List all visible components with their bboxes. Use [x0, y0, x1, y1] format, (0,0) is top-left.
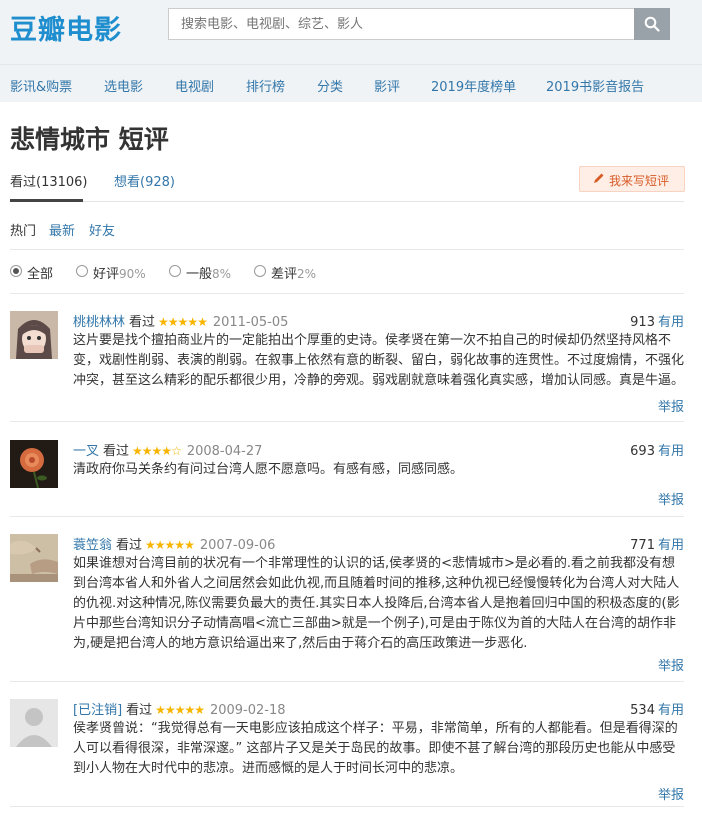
rating-stars: ★★★★☆: [132, 444, 182, 458]
search-icon: [644, 16, 660, 32]
sort-hot[interactable]: 热门: [10, 220, 36, 239]
painting-avatar[interactable]: [10, 534, 58, 582]
search-button[interactable]: [634, 8, 670, 40]
divider: [10, 293, 684, 294]
divider: [10, 681, 684, 682]
comment-user[interactable]: [已注销]: [73, 703, 122, 718]
divider: [10, 516, 684, 517]
report-link[interactable]: 举报: [658, 655, 684, 674]
filter-positive-pct: 90%: [119, 267, 146, 281]
report-link[interactable]: 举报: [658, 784, 684, 803]
filter-neutral-pct: 8%: [212, 267, 232, 281]
comment-votes: 771 有用: [630, 534, 684, 553]
comment-status: 看过: [103, 444, 130, 459]
comment-meta: [已注销] 看过 ★★★★★ 2009-02-18: [73, 699, 286, 718]
nav-item-explore[interactable]: 选电影: [104, 76, 143, 95]
comment-meta: 一叉 看过 ★★★★☆ 2008-04-27: [73, 440, 262, 459]
sort-latest[interactable]: 最新: [49, 220, 75, 239]
nav-item-categories[interactable]: 分类: [317, 76, 343, 95]
radio: [76, 265, 88, 277]
nav-item-tv[interactable]: 电视剧: [175, 76, 214, 95]
page-title: 悲情城市 短评: [10, 125, 169, 154]
comment-user[interactable]: 一叉: [73, 444, 99, 459]
vote-count: 693: [630, 444, 655, 459]
useful-button[interactable]: 有用: [658, 444, 684, 459]
filter-positive-label: 好评: [93, 267, 120, 282]
tab-divider: [10, 201, 684, 202]
useful-button[interactable]: 有用: [658, 703, 684, 718]
tab-want-to-watch[interactable]: 想看(928): [114, 171, 175, 190]
comment-status: 看过: [116, 538, 143, 553]
top-bar: 豆瓣电影: [0, 0, 702, 64]
comment-text: 清政府你马关条约有问过台湾人愿不愿意吗。有感有感，同感同感。: [73, 462, 464, 477]
comment-user[interactable]: 桃桃林林: [73, 315, 125, 330]
comment-meta: 蓑笠翁 看过 ★★★★★ 2007-09-06: [73, 534, 275, 553]
vote-count: 913: [630, 315, 655, 330]
comment-date: 2009-02-18: [209, 703, 286, 718]
radio: [169, 265, 181, 277]
radio-checked: [10, 265, 22, 277]
nav-item-annual-list[interactable]: 2019年度榜单: [431, 76, 516, 95]
write-review-label: 我来写短评: [609, 174, 670, 188]
nav-item-charts[interactable]: 排行榜: [246, 76, 285, 95]
filter-neutral-label: 一般: [186, 267, 213, 282]
comment-votes: 913 有用: [630, 311, 684, 330]
useful-button[interactable]: 有用: [658, 538, 684, 553]
anime-girl-avatar[interactable]: [10, 311, 58, 359]
comment-item: 一叉 看过 ★★★★☆ 2008-04-27 693 有用 清政府你马关条约有问过台湾人…: [10, 440, 684, 510]
comment-item: 蓑笠翁 看过 ★★★★★ 2007-09-06 771 有用 如果谁想对台湾目前的状况有…: [10, 534, 684, 674]
comment-votes: 534 有用: [630, 699, 684, 718]
comment-item: [已注销] 看过 ★★★★★ 2009-02-18 534 有用 侯孝贤曾说：“我觉得总…: [10, 699, 684, 804]
search-input[interactable]: [168, 8, 635, 40]
nav-item-showtimes[interactable]: 影讯&购票: [10, 76, 72, 95]
vote-count: 534: [630, 703, 655, 718]
vote-count: 771: [630, 538, 655, 553]
rose-avatar[interactable]: [10, 440, 58, 488]
comment-text: 如果谁想对台湾目前的状况有一个非常理性的认识的话,侯孝贤的<悲情城市>是必看的.…: [73, 556, 680, 651]
divider: [10, 421, 684, 422]
rating-stars: ★★★★★: [158, 315, 208, 329]
comment-item: 桃桃林林 看过 ★★★★★ 2011-05-05 913 有用 这片要是找个擅拍商业片的…: [10, 311, 684, 416]
pencil-icon: [594, 173, 604, 183]
radio: [254, 265, 266, 277]
comment-date: 2011-05-05: [212, 315, 289, 330]
douban-movie-logo[interactable]: 豆瓣电影: [10, 8, 122, 47]
filter-all-label: 全部: [27, 267, 54, 282]
divider: [10, 249, 684, 250]
nav-item-reviews[interactable]: 影评: [374, 76, 400, 95]
comment-status: 看过: [126, 703, 153, 718]
filter-negative-label: 差评: [271, 267, 298, 282]
active-tab-indicator: [10, 199, 83, 202]
sort-friends[interactable]: 好友: [89, 220, 115, 239]
comment-date: 2007-09-06: [199, 538, 276, 553]
filter-negative-pct: 2%: [297, 267, 317, 281]
divider: [10, 806, 684, 807]
comment-text: 这片要是找个擅拍商业片的一定能拍出个厚重的史诗。侯孝贤在第一次不拍自己的时候却仍…: [73, 333, 685, 388]
report-link[interactable]: 举报: [658, 489, 684, 508]
main-nav: 影讯&购票 选电影 电视剧 排行榜 分类 影评 2019年度榜单 2019书影音…: [0, 64, 702, 102]
rating-stars: ★★★★★: [155, 703, 205, 717]
default-user-avatar[interactable]: [10, 699, 58, 747]
useful-button[interactable]: 有用: [658, 315, 684, 330]
comment-user[interactable]: 蓑笠翁: [73, 538, 112, 553]
nav-item-annual-report[interactable]: 2019书影音报告: [546, 76, 644, 95]
comment-date: 2008-04-27: [186, 444, 263, 459]
report-link[interactable]: 举报: [658, 396, 684, 415]
rating-stars: ★★★★★: [145, 538, 195, 552]
comment-meta: 桃桃林林 看过 ★★★★★ 2011-05-05: [73, 311, 288, 330]
comment-text: 侯孝贤曾说：“我觉得总有一天电影应该拍成这个样子：平易，非常简单，所有的人都能看…: [73, 721, 678, 776]
write-review-button[interactable]: 我来写短评: [579, 166, 685, 192]
comment-status: 看过: [129, 315, 156, 330]
comment-votes: 693 有用: [630, 440, 684, 459]
tab-watched[interactable]: 看过(13106): [10, 171, 88, 190]
